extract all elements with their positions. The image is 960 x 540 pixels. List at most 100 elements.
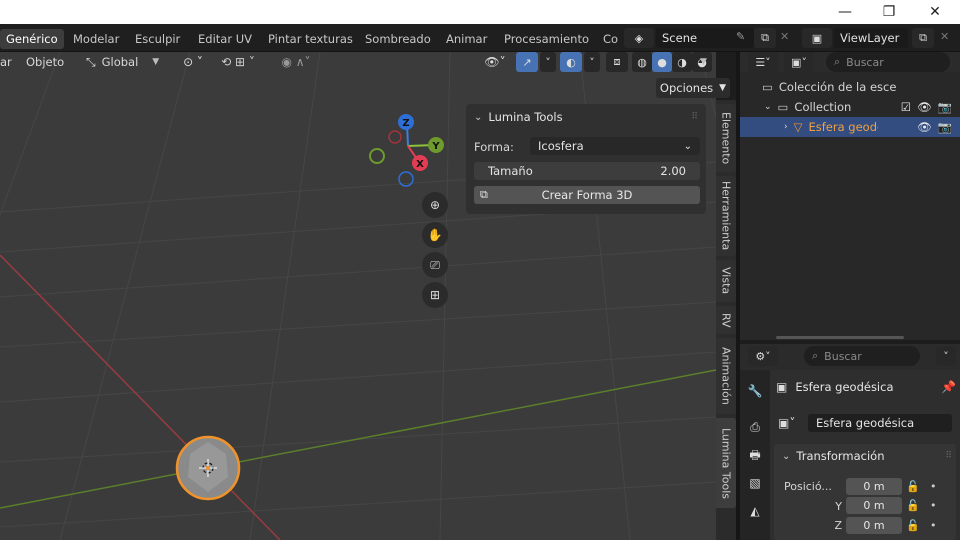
chevron-down-icon: ˅ bbox=[943, 349, 949, 363]
new-view-layer-button[interactable]: ⧉ bbox=[912, 28, 934, 48]
gizmo-dropdown[interactable]: ˅ bbox=[540, 52, 556, 72]
overlays-toggle[interactable]: ◐ bbox=[560, 52, 582, 72]
scene-tab[interactable]: ◭ bbox=[744, 500, 766, 522]
image-icon: ▧ bbox=[749, 476, 761, 490]
selected-sphere-object[interactable] bbox=[170, 432, 250, 512]
object-name: Esfera geodésica bbox=[795, 380, 894, 394]
tab-editar-uv[interactable]: Editar UV bbox=[192, 29, 258, 49]
location-x-field[interactable]: 0 m bbox=[846, 478, 902, 495]
tab-procesamiento[interactable]: Procesamiento bbox=[498, 29, 595, 49]
properties-options-dropdown[interactable]: ˅ bbox=[936, 346, 956, 366]
tab-vista-label: Vista bbox=[719, 267, 733, 295]
outliner-object-row[interactable]: › ▽ Esfera geode 👁 📷 bbox=[740, 117, 960, 137]
editor-type-dropdown[interactable]: ⚙˅ bbox=[748, 346, 778, 366]
pivot-point-dropdown[interactable]: ⊙ ˅ bbox=[176, 52, 210, 72]
render-tab[interactable]: ⎙ bbox=[744, 416, 766, 438]
camera-render-icon[interactable]: 📷 bbox=[938, 120, 952, 134]
orientation-dropdown[interactable]: ⤡ Global ▼ bbox=[86, 52, 170, 72]
properties-search-input[interactable]: ⌕ Buscar bbox=[804, 346, 920, 366]
keyframe-dot-icon[interactable]: • bbox=[930, 478, 940, 495]
tab-rv[interactable]: RV bbox=[716, 306, 736, 334]
gizmo-toggle[interactable]: ↗ bbox=[516, 52, 538, 72]
scene-type-button[interactable]: ◈ bbox=[624, 28, 654, 48]
xray-toggle[interactable]: ⧈ bbox=[606, 52, 628, 72]
lock-icon[interactable]: 🔓 bbox=[906, 497, 922, 514]
navigation-gizmo[interactable]: Z Y X bbox=[364, 112, 448, 192]
perspective-toggle-button[interactable]: ⊞ bbox=[422, 282, 448, 308]
drag-handle-icon[interactable]: ⠿ bbox=[945, 451, 952, 461]
keyframe-dot-icon[interactable]: • bbox=[930, 497, 940, 514]
zoom-button[interactable]: ⊕ bbox=[422, 192, 448, 218]
view-layer-type-button[interactable]: ▣ bbox=[802, 28, 832, 48]
tab-animar[interactable]: Animar bbox=[440, 29, 493, 49]
lock-icon[interactable]: 🔓 bbox=[906, 517, 922, 534]
viewport-header: ar Objeto ⤡ Global ▼ ⊙ ˅ ⟲ ⊞ ˅ ◉ ∧˅ 👁˅ ↗… bbox=[0, 52, 730, 98]
material-shading-button[interactable]: ◑ bbox=[672, 52, 692, 72]
camera-view-button[interactable]: ⎚ bbox=[422, 252, 448, 278]
outliner-scene-collection-row[interactable]: ▭ Colección de la esce bbox=[740, 77, 960, 97]
checkbox-icon[interactable]: ☑ bbox=[901, 100, 911, 114]
options-dropdown[interactable]: Opciones ▼ bbox=[656, 78, 730, 98]
delete-scene-icon[interactable]: ✕ bbox=[780, 30, 794, 46]
snap-toggle[interactable]: ⟲ ⊞ ˅ bbox=[212, 52, 264, 72]
mode-menu[interactable]: ar bbox=[0, 52, 12, 72]
tab-generico[interactable]: Genérico bbox=[0, 29, 64, 49]
output-tab[interactable]: 🖶 bbox=[744, 444, 766, 466]
object-name-field[interactable]: Esfera geodésica bbox=[808, 414, 952, 432]
display-mode-dropdown[interactable]: ☰˅ bbox=[748, 52, 778, 72]
pin-icon[interactable]: 📌 bbox=[941, 380, 956, 394]
tab-pintar-texturas[interactable]: Pintar texturas bbox=[262, 29, 359, 49]
xray-icon: ⧈ bbox=[613, 55, 621, 68]
pan-button[interactable]: ✋ bbox=[422, 222, 448, 248]
object-label: Esfera geode bbox=[808, 120, 879, 134]
keyframe-dot-icon[interactable]: • bbox=[930, 517, 940, 534]
tab-vista[interactable]: Vista bbox=[716, 260, 736, 302]
tab-animacion[interactable]: Animación bbox=[716, 338, 736, 414]
drag-handle-icon[interactable]: ⠿ bbox=[691, 112, 698, 122]
eye-icon[interactable]: 👁 bbox=[917, 100, 932, 114]
lumina-panel-header[interactable]: ⌄ Lumina Tools ⠿ bbox=[474, 108, 698, 126]
solid-shading-button[interactable]: ● bbox=[652, 52, 672, 72]
transform-panel-header[interactable]: ⌄ Transformación ⠿ bbox=[782, 447, 952, 465]
object-type-dropdown[interactable]: ▣˅ bbox=[778, 414, 808, 432]
tab-lumina-tools[interactable]: Lumina Tools bbox=[716, 418, 736, 508]
size-slider[interactable]: Tamaño 2.00 bbox=[474, 162, 700, 180]
outliner-collection-row[interactable]: ⌄ ▭ Collection ☑ 👁 📷 bbox=[740, 97, 960, 117]
visibility-dropdown[interactable]: 👁˅ bbox=[480, 52, 510, 72]
location-z-field[interactable]: 0 m bbox=[846, 517, 902, 534]
tab-composicion[interactable]: Co bbox=[597, 29, 624, 49]
camera-render-icon[interactable]: 📷 bbox=[938, 100, 952, 114]
eye-icon[interactable]: 👁 bbox=[917, 120, 932, 134]
maximize-button[interactable]: ❐ bbox=[866, 0, 912, 24]
tab-elemento[interactable]: Elemento bbox=[716, 104, 736, 172]
outliner-search-input[interactable]: ⌕ Buscar bbox=[826, 52, 950, 72]
close-button[interactable]: ✕ bbox=[912, 0, 958, 24]
tab-modelar[interactable]: Modelar bbox=[67, 29, 125, 49]
wireframe-shading-button[interactable]: ◍ bbox=[632, 52, 652, 72]
properties-content: ▣ Esfera geodésica 📌 ▣˅ Esfera geodésica… bbox=[770, 370, 960, 540]
view-layer-field[interactable]: ViewLayer bbox=[834, 28, 908, 48]
filter-dropdown[interactable]: ▣˅ bbox=[784, 52, 814, 72]
lock-icon[interactable]: 🔓 bbox=[906, 478, 922, 495]
create-button-label: Crear Forma 3D bbox=[541, 188, 633, 202]
tab-herramienta[interactable]: Herramienta bbox=[716, 176, 736, 256]
printer-icon: 🖶 bbox=[749, 448, 761, 462]
shape-dropdown[interactable]: Icosfera ⌄ bbox=[530, 137, 700, 155]
outliner-scrollbar[interactable] bbox=[776, 336, 904, 339]
delete-view-layer-icon[interactable]: ✕ bbox=[940, 30, 954, 46]
transform-title: Transformación bbox=[796, 449, 885, 463]
tool-tab[interactable]: 🔧 bbox=[744, 380, 766, 402]
location-y-field[interactable]: 0 m bbox=[846, 497, 902, 514]
minimize-button[interactable]: — bbox=[822, 0, 868, 24]
tab-esculpir[interactable]: Esculpir bbox=[129, 29, 186, 49]
view-layer-tab[interactable]: ▧ bbox=[744, 472, 766, 494]
object-menu[interactable]: Objeto bbox=[26, 52, 64, 72]
overlays-dropdown[interactable]: ˅ bbox=[584, 52, 600, 72]
tab-sombreado[interactable]: Sombreado bbox=[359, 29, 437, 49]
new-scene-button[interactable]: ⧉ bbox=[754, 28, 776, 48]
proportional-edit-toggle[interactable]: ◉ ∧˅ bbox=[270, 52, 322, 72]
create-3d-shape-button[interactable]: ⧉ Crear Forma 3D bbox=[474, 186, 700, 204]
pin-icon[interactable]: ✎ bbox=[736, 30, 750, 46]
collection-box-icon: ▭ bbox=[762, 80, 773, 94]
shading-dropdown[interactable]: ▼ bbox=[700, 52, 714, 72]
